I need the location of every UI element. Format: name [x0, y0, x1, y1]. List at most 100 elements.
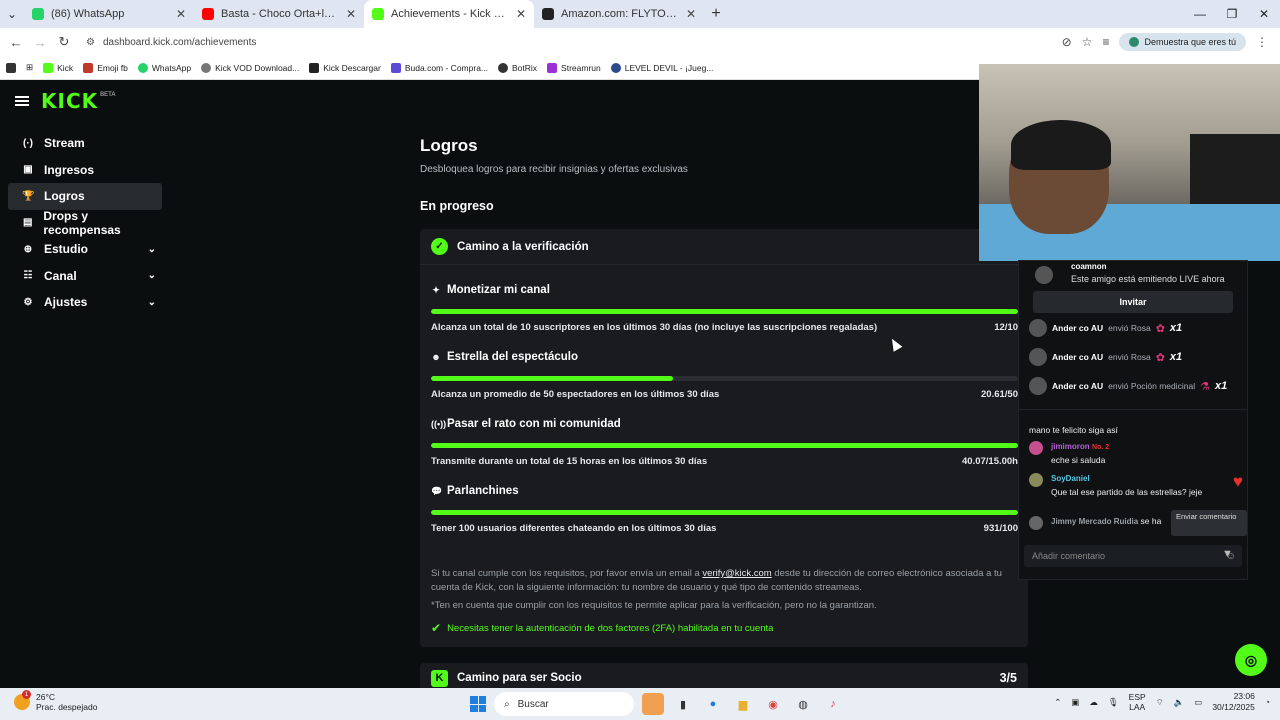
sidebar-item-ingresos[interactable]: ▣ Ingresos [8, 157, 162, 184]
site-info-icon[interactable]: ⚙ [86, 37, 95, 48]
close-tab-icon[interactable]: ✕ [346, 7, 356, 21]
menu-icon[interactable]: ⋮ [1256, 35, 1268, 49]
verified-badge-icon: ✓ [431, 238, 448, 255]
bookmark-kick[interactable]: Kick [43, 62, 73, 73]
tab-whatsapp[interactable]: (86) WhatsApp ✕ [24, 0, 194, 28]
taskbar-search[interactable]: ⌕ Buscar [494, 692, 634, 716]
avatar [1029, 319, 1047, 337]
tab-search-icon[interactable]: ⌄ [0, 0, 24, 28]
chat-bubble-icon: 💬 [431, 485, 443, 496]
microphone-icon[interactable]: 🎙 [1108, 697, 1119, 708]
bookmark-kick-descargar[interactable]: Kick Descargar [309, 62, 381, 73]
notifications-icon[interactable]: ◔ [1265, 697, 1270, 707]
obs-icon[interactable]: ◍ [792, 693, 814, 715]
tab-kick-achievements[interactable]: Achievements - Kick Dashboard ✕ [364, 0, 534, 28]
close-tab-icon[interactable]: ✕ [176, 7, 186, 21]
edge-icon[interactable]: ● [702, 693, 724, 715]
url-field[interactable]: ⚙ dashboard.kick.com/achievements [86, 31, 1062, 53]
chevron-up-icon[interactable]: ⌃ [1054, 697, 1061, 708]
gift-user: Ander co AU [1052, 323, 1104, 333]
sidebar-item-logros[interactable]: 🏆 Logros [8, 183, 162, 210]
wifi-icon[interactable]: ⌔ [1156, 697, 1164, 708]
close-tab-icon[interactable]: ✕ [516, 7, 526, 21]
sidebar-item-ajustes[interactable]: ⚙ Ajustes ⌄ [8, 289, 162, 316]
invite-button[interactable]: Invitar [1033, 291, 1233, 313]
weather-widget[interactable]: 1 26°C Prac. despejado [14, 690, 97, 712]
eye-off-icon[interactable]: ⊘ [1062, 35, 1072, 49]
gift-message: Ander co AU envió Poción medicinal ⚗ x1 [1029, 376, 1244, 396]
verification-card: ✓ Camino a la verificación ✦ Monetizar mi… [420, 229, 1028, 647]
search-icon: ⌕ [504, 698, 510, 710]
kick-logo[interactable]: KICK [41, 89, 98, 113]
bookmark-label: Kick Descargar [323, 62, 381, 73]
verification-card-header[interactable]: ✓ Camino a la verificación [420, 229, 1028, 265]
chrome-icon[interactable]: ◉ [762, 693, 784, 715]
achievement-title: Pasar el rato con mi comunidad [447, 418, 621, 430]
tray-app-icon[interactable]: ▣ [1071, 697, 1079, 708]
wallet-icon: ▣ [23, 164, 33, 176]
sidebar-item-stream[interactable]: (·) Stream [8, 130, 162, 157]
avatar [1029, 348, 1047, 366]
gift-icon: ▤ [22, 217, 33, 229]
reload-icon[interactable]: ↻ [52, 34, 76, 50]
clock[interactable]: 23:06 30/12/2025 [1212, 691, 1255, 713]
bookmark-star-icon[interactable]: ☆ [1082, 35, 1093, 49]
restore-icon[interactable]: ❐ [1216, 0, 1248, 28]
bookmark-whatsapp[interactable]: WhatsApp [137, 62, 191, 73]
back-icon[interactable]: ← [4, 35, 28, 50]
grid-icon[interactable]: ⊞ [26, 62, 33, 73]
chevron-down-icon: ⌄ [147, 243, 156, 255]
achievement-desc: Alcanza un total de 10 suscriptores en l… [431, 322, 878, 333]
sidebar-item-canal[interactable]: ☷ Canal ⌄ [8, 263, 162, 290]
minimize-icon[interactable]: — [1184, 0, 1216, 28]
widget-app-icon[interactable] [642, 693, 664, 715]
broadcast-icon: (·) [23, 137, 33, 149]
bookmark-streamrun[interactable]: Streamrun [547, 62, 601, 73]
hamburger-menu-icon[interactable] [15, 96, 29, 106]
tab-amazon[interactable]: Amazon.com: FLYTOCCA Moni ✕ [534, 0, 704, 28]
potion-icon: ⚗ [1200, 380, 1210, 393]
add-comment-input[interactable]: Añadir comentario ☺ [1024, 545, 1242, 567]
bookmark-buda[interactable]: Buda.com - Compra... [390, 62, 488, 73]
tab-youtube[interactable]: Basta - Choco Orta+letra (Salsa ✕ [194, 0, 364, 28]
section-title-in-progress: En progreso [420, 199, 494, 213]
taskbar-apps: ⌕ Buscar ▮ ● ▆ ◉ ◍ ♪ [470, 692, 844, 716]
avatar [1029, 473, 1043, 487]
task-view-icon[interactable]: ▮ [672, 693, 694, 715]
new-tab-icon[interactable]: + [704, 5, 728, 23]
time: 23:06 [1233, 691, 1255, 701]
sidebar-item-drops[interactable]: ▤ Drops y recompensas [8, 209, 162, 237]
close-window-icon[interactable]: ✕ [1248, 0, 1280, 28]
send-icon[interactable]: ▼ [1222, 548, 1233, 560]
language-indicator[interactable]: ESP LAA [1129, 692, 1146, 712]
chat-username[interactable]: SoyDaniel [1051, 474, 1090, 483]
windows-start-icon[interactable] [470, 696, 486, 712]
bookmark-botrix[interactable]: BotRix [498, 62, 537, 73]
volume-icon[interactable]: 🔈 [1174, 697, 1185, 708]
reading-list-icon[interactable]: ≡ [1102, 35, 1109, 49]
file-explorer-icon[interactable]: ▆ [732, 693, 754, 715]
page-subtitle: Desbloquea logros para recibir insignias… [420, 164, 688, 175]
chat-username[interactable]: Jimmy Mercado Ruidia [1051, 517, 1138, 526]
bookmark-kick-vod[interactable]: Kick VOD Download... [201, 62, 299, 73]
close-tab-icon[interactable]: ✕ [686, 7, 696, 21]
studio-icon: ⊕ [23, 243, 33, 255]
verify-pill[interactable]: Demuestra que eres tú [1119, 33, 1246, 51]
apps-icon[interactable] [6, 62, 16, 73]
achievement-item: ✦ Monetizar mi canal Alcanza un total de … [431, 284, 1018, 333]
comment-placeholder: Añadir comentario [1032, 551, 1106, 561]
battery-icon[interactable]: ▭ [1194, 697, 1202, 708]
tiktok-icon[interactable]: ♪ [822, 693, 844, 715]
achievement-value: 20.61/50 [981, 389, 1018, 400]
support-chat-icon[interactable]: ◎ [1235, 644, 1267, 676]
achievement-desc: Tener 100 usuarios diferentes chateando … [431, 523, 717, 534]
bookmark-emoji[interactable]: Emoji fb [83, 62, 128, 73]
bookmark-level-devil[interactable]: LEVEL DEVIL - ¡Jueg... [610, 62, 713, 73]
chat-username[interactable]: jimimoron [1051, 442, 1090, 451]
lang-layout: LAA [1129, 702, 1146, 712]
forward-icon[interactable]: → [28, 35, 52, 50]
cloud-icon[interactable]: ☁ [1089, 697, 1098, 708]
sidebar-item-estudio[interactable]: ⊕ Estudio ⌄ [8, 236, 162, 263]
verify-email-link[interactable]: verify@kick.com [702, 568, 771, 579]
chat-message-text: eche si saluda [1051, 455, 1106, 465]
